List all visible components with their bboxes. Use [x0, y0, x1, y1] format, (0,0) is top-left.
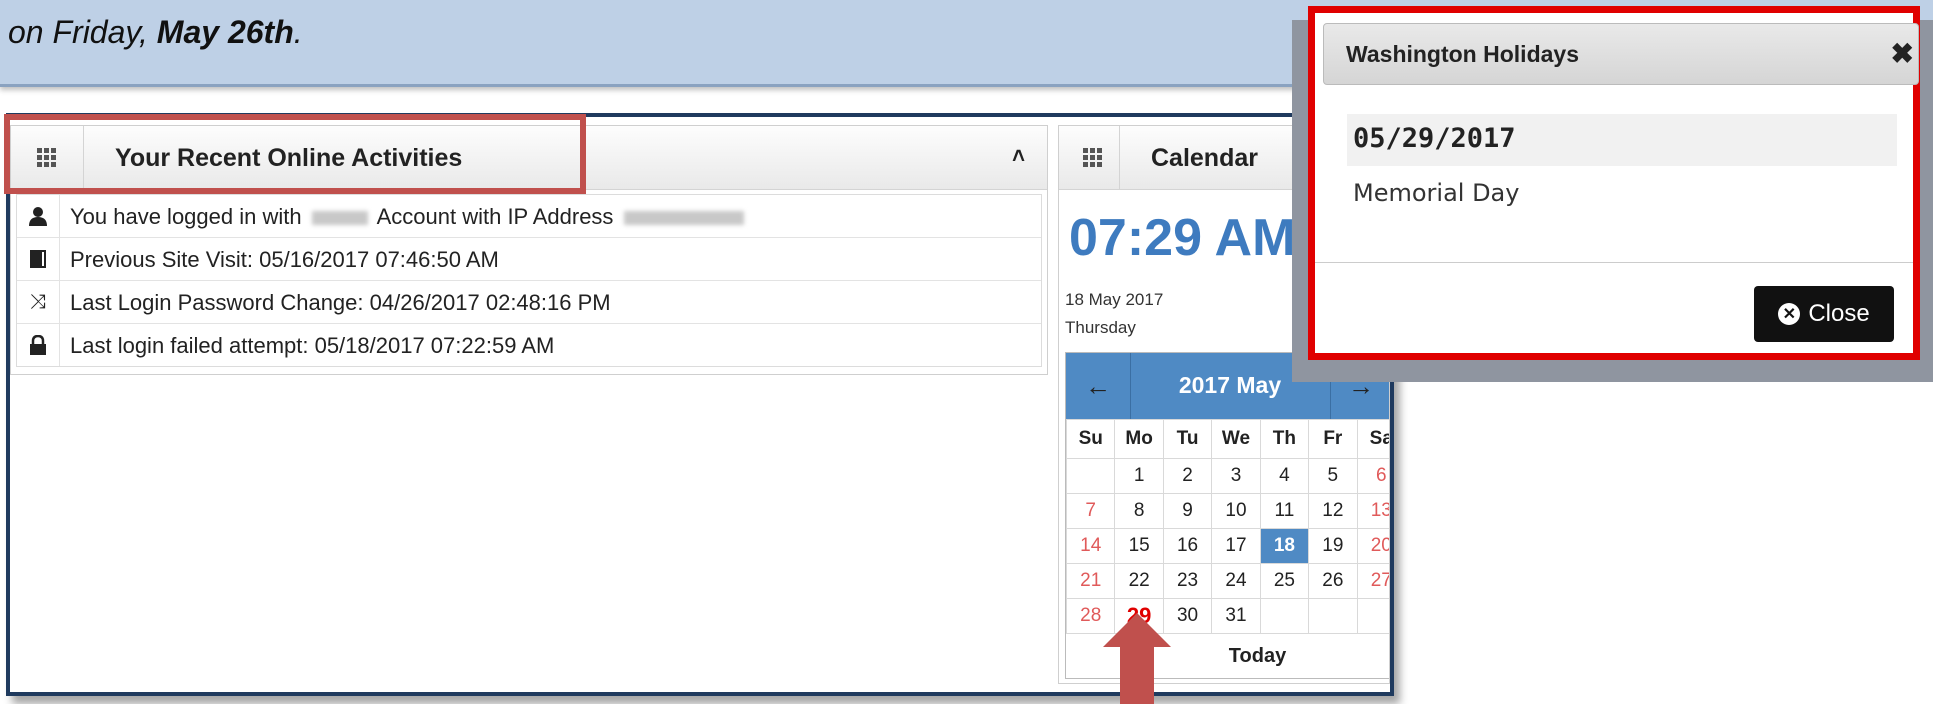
annotation-highlight-box: [4, 114, 586, 194]
close-button[interactable]: ✕ Close: [1754, 286, 1894, 342]
calendar-day[interactable]: 20: [1356, 528, 1389, 564]
clock-time: 07:29 AM: [1069, 209, 1296, 267]
current-date: 18 May 2017: [1065, 290, 1164, 309]
redacted-ip: [623, 211, 744, 226]
calendar-day[interactable]: 3: [1211, 458, 1261, 494]
day-header: Sa: [1356, 419, 1389, 459]
modal-divider: [1315, 262, 1913, 263]
calendar-day[interactable]: 16: [1162, 528, 1213, 564]
login-text-b: Account with IP Address: [371, 204, 620, 229]
calendar-day[interactable]: 15: [1114, 528, 1164, 564]
day-header: Su: [1065, 419, 1116, 459]
calendar-day[interactable]: 8: [1114, 493, 1164, 529]
calendar-day[interactable]: 23: [1162, 563, 1213, 599]
collapse-chevron-up-icon[interactable]: ˄: [1012, 143, 1025, 169]
banner-text-bold: May 26th: [156, 14, 294, 50]
banner-text-prefix: on Friday,: [8, 14, 157, 50]
holiday-name: Memorial Day: [1353, 179, 1520, 207]
user-icon: [17, 195, 60, 237]
list-item: Previous Site Visit: 05/16/2017 07:46:50…: [17, 238, 1041, 281]
calendar-day[interactable]: 31: [1211, 598, 1261, 634]
calendar-title: Calendar: [1151, 144, 1258, 172]
calendar-grid: SuMoTuWeThFrSa 1234567891011121314151617…: [1065, 419, 1389, 634]
calendar-day[interactable]: 21: [1065, 563, 1116, 599]
arrow-left-icon[interactable]: ←: [1066, 353, 1131, 419]
holidays-modal: Washington Holidays ✖ 05/29/2017 Memoria…: [1308, 6, 1920, 360]
calendar-day[interactable]: 6: [1356, 458, 1389, 494]
list-item: ⤨ Last Login Password Change: 04/26/2017…: [17, 281, 1041, 324]
calendar-day[interactable]: 7: [1065, 493, 1116, 529]
password-change-text: Last Login Password Change: 04/26/2017 0…: [70, 290, 611, 315]
calendar-day[interactable]: 11: [1259, 493, 1310, 529]
calendar-day[interactable]: 12: [1308, 493, 1358, 529]
calendar-day[interactable]: 4: [1259, 458, 1310, 494]
calendar-empty-cell: [1356, 598, 1389, 634]
calendar-day[interactable]: 9: [1162, 493, 1213, 529]
lock-icon: [17, 324, 60, 366]
calendar-day[interactable]: 24: [1211, 563, 1261, 599]
calendar-day[interactable]: 26: [1308, 563, 1358, 599]
calendar-day[interactable]: 17: [1211, 528, 1261, 564]
calendar-week-row: 14 15 16 17 18 19 20: [1065, 528, 1389, 564]
calendar-day[interactable]: 2: [1162, 458, 1213, 494]
annotation-arrow-shaft: [1120, 646, 1154, 704]
header-divider: [1119, 126, 1120, 189]
failed-attempt-text: Last login failed attempt: 05/18/2017 07…: [70, 333, 555, 358]
close-button-label: Close: [1808, 300, 1870, 327]
calendar-week-row: 7 8 9 10 11 12 13: [1065, 493, 1389, 529]
banner-text: on Friday, May 26th.: [8, 14, 303, 51]
calendar-day[interactable]: 22: [1114, 563, 1164, 599]
calendar-day[interactable]: 19: [1308, 528, 1358, 564]
calendar-day[interactable]: 18: [1259, 528, 1310, 564]
annotation-arrow-head: [1103, 613, 1171, 647]
calendar-day[interactable]: 5: [1308, 458, 1358, 494]
day-header: Th: [1259, 419, 1310, 459]
calendar-day[interactable]: 14: [1065, 528, 1116, 564]
login-text-a: You have logged in with: [70, 204, 308, 229]
list-item: You have logged in with Account with IP …: [17, 195, 1041, 238]
calendar-day[interactable]: 1: [1114, 458, 1164, 494]
modal-header: Washington Holidays ✖: [1323, 23, 1919, 85]
day-header: Fr: [1308, 419, 1358, 459]
calendar-day[interactable]: 10: [1211, 493, 1261, 529]
login-info-text: You have logged in with Account with IP …: [70, 204, 748, 230]
calendar-day[interactable]: 13: [1356, 493, 1389, 529]
close-circle-icon: ✕: [1778, 303, 1801, 325]
day-header: Mo: [1114, 419, 1164, 459]
list-item: Last login failed attempt: 05/18/2017 07…: [17, 324, 1041, 366]
previous-visit-text: Previous Site Visit: 05/16/2017 07:46:50…: [70, 247, 499, 272]
day-header: We: [1211, 419, 1261, 459]
modal-title: Washington Holidays: [1346, 41, 1579, 67]
close-icon[interactable]: ✖: [1891, 37, 1914, 70]
calendar-week-row: 21 22 23 24 25 26 27: [1065, 563, 1389, 599]
calendar-empty-cell: [1259, 598, 1310, 634]
calendar-day[interactable]: 25: [1259, 563, 1310, 599]
holiday-date: 05/29/2017: [1353, 123, 1516, 154]
book-icon: [17, 238, 60, 280]
grid-icon[interactable]: [1083, 148, 1103, 168]
calendar-week-row: 123456: [1065, 458, 1389, 494]
activities-list: You have logged in with Account with IP …: [16, 194, 1042, 367]
random-icon: ⤨: [17, 281, 60, 323]
redacted-account: [311, 211, 368, 226]
current-weekday: Thursday: [1065, 318, 1136, 337]
calendar-empty-cell: [1308, 598, 1358, 634]
calendar-day[interactable]: 27: [1356, 563, 1389, 599]
banner-text-suffix: .: [293, 14, 303, 50]
calendar-empty-cell: [1065, 458, 1116, 494]
day-header: Tu: [1162, 419, 1213, 459]
